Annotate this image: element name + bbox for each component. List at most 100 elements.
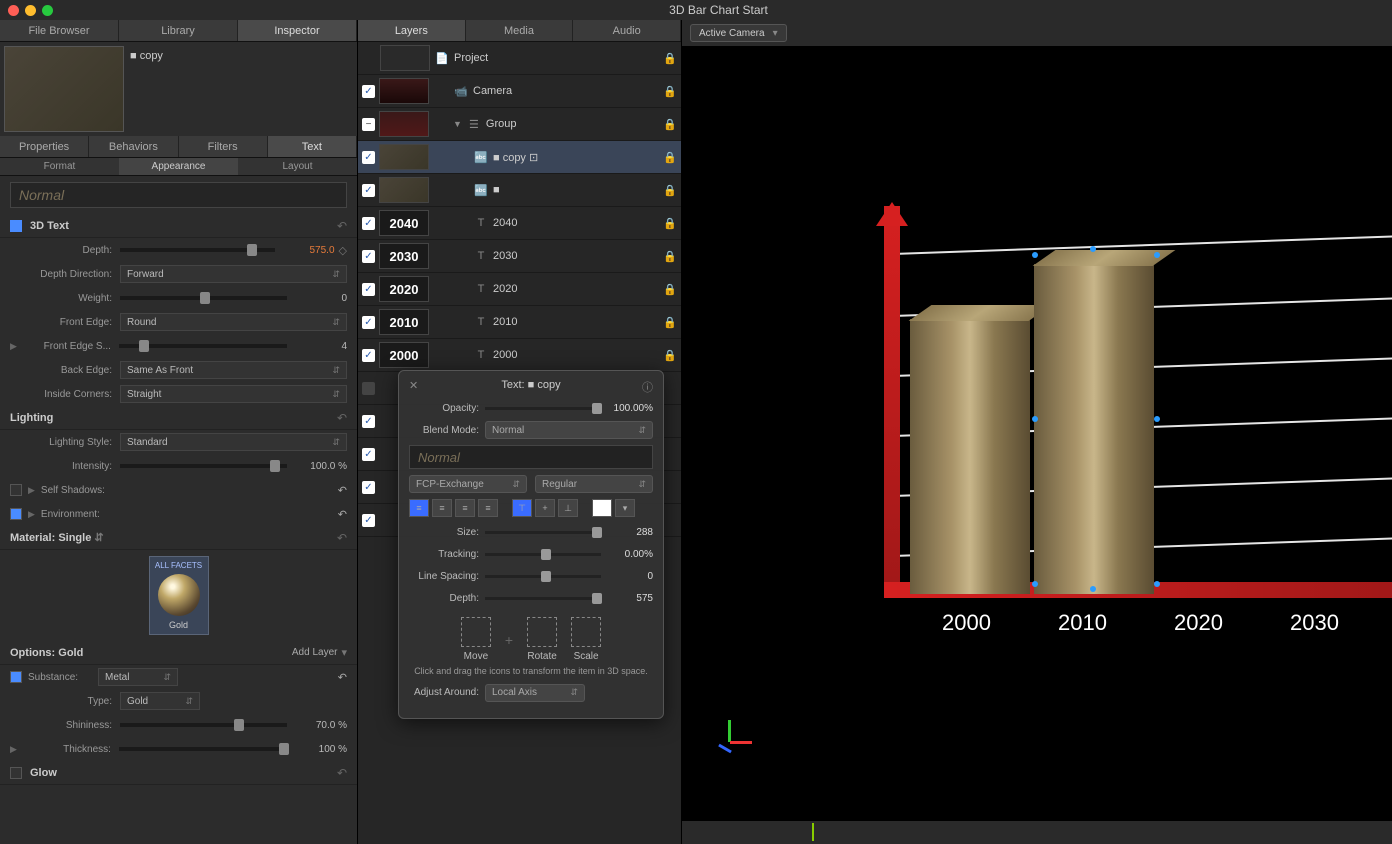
tab-library[interactable]: Library bbox=[119, 20, 238, 41]
layer-visible-checkbox[interactable]: ✓ bbox=[362, 250, 375, 263]
hud-panel[interactable]: ✕ Text: ■ copy ⓘ Opacity:100.00% Blend M… bbox=[398, 370, 664, 719]
hud-close-icon[interactable]: ✕ bbox=[409, 379, 418, 392]
subtab-properties[interactable]: Properties bbox=[0, 136, 89, 157]
enable-3d-text-checkbox[interactable] bbox=[10, 220, 22, 232]
depth-direction-dropdown[interactable]: Forward bbox=[120, 265, 347, 283]
minimize-window-icon[interactable] bbox=[25, 5, 36, 16]
subtab-filters[interactable]: Filters bbox=[179, 136, 268, 157]
substance-dropdown[interactable]: Metal bbox=[98, 668, 178, 686]
layer-group[interactable]: −▼☰Group🔒 bbox=[358, 108, 681, 141]
weight-slider[interactable] bbox=[120, 296, 287, 300]
hud-font-dropdown[interactable]: FCP-Exchange bbox=[409, 475, 527, 493]
intensity-slider[interactable] bbox=[120, 464, 287, 468]
keyframe-icon[interactable]: ◇ bbox=[339, 244, 347, 257]
lock-icon[interactable]: 🔒 bbox=[663, 151, 677, 164]
close-window-icon[interactable] bbox=[8, 5, 19, 16]
layer-project[interactable]: 📄Project🔒 bbox=[358, 42, 681, 75]
layer-camera[interactable]: ✓📹Camera🔒 bbox=[358, 75, 681, 108]
valign-bottom-button[interactable]: ⊥ bbox=[558, 499, 578, 517]
layer-visible-checkbox[interactable]: ✓ bbox=[362, 316, 375, 329]
substance-checkbox[interactable] bbox=[10, 671, 22, 683]
reset-glow-icon[interactable]: ↶ bbox=[337, 766, 347, 780]
hud-tracking-slider[interactable] bbox=[485, 553, 601, 556]
hud-line-spacing-slider[interactable] bbox=[485, 575, 601, 578]
hud-rotate-tool[interactable]: Rotate bbox=[527, 617, 557, 662]
layer-visible-checkbox[interactable]: − bbox=[362, 118, 375, 131]
text-subtab-layout[interactable]: Layout bbox=[238, 158, 357, 175]
layer-2010[interactable]: ✓2010T2010🔒 bbox=[358, 306, 681, 339]
layer-2020[interactable]: ✓2020T2020🔒 bbox=[358, 273, 681, 306]
layer-visible-checkbox[interactable]: ✓ bbox=[362, 184, 375, 197]
layer-visible-checkbox[interactable]: ✓ bbox=[362, 415, 375, 428]
hud-scale-tool[interactable]: Scale bbox=[571, 617, 601, 662]
hud-depth-slider[interactable] bbox=[485, 597, 601, 600]
depth-slider[interactable] bbox=[120, 248, 275, 252]
reset-self-shadows-icon[interactable]: ↶ bbox=[338, 484, 347, 497]
color-dropdown-button[interactable]: ▾ bbox=[615, 499, 635, 517]
lock-icon[interactable]: 🔒 bbox=[663, 118, 677, 131]
layer-blank[interactable]: ✓🔤■🔒 bbox=[358, 174, 681, 207]
align-center-button[interactable]: ≡ bbox=[432, 499, 452, 517]
lock-icon[interactable]: 🔒 bbox=[663, 184, 677, 197]
lock-icon[interactable]: 🔒 bbox=[663, 349, 677, 362]
align-justify-button[interactable]: ≡ bbox=[478, 499, 498, 517]
text-subtab-format[interactable]: Format bbox=[0, 158, 119, 175]
valign-top-button[interactable]: ⊤ bbox=[512, 499, 532, 517]
disclosure-icon[interactable]: ▶ bbox=[28, 485, 35, 496]
layer-visible-checkbox[interactable]: ✓ bbox=[362, 481, 375, 494]
style-preset-field[interactable]: Normal bbox=[10, 182, 347, 208]
lighting-style-dropdown[interactable]: Standard bbox=[120, 433, 347, 451]
hud-blend-mode-dropdown[interactable]: Normal bbox=[485, 421, 653, 439]
reset-3d-text-icon[interactable]: ↶ bbox=[337, 219, 347, 233]
disclosure-icon[interactable]: ▶ bbox=[28, 509, 35, 520]
back-edge-dropdown[interactable]: Same As Front bbox=[120, 361, 347, 379]
layer-visible-checkbox[interactable]: ✓ bbox=[362, 217, 375, 230]
reset-material-icon[interactable]: ↶ bbox=[337, 531, 347, 545]
inside-corners-dropdown[interactable]: Straight bbox=[120, 385, 347, 403]
hud-font-weight-dropdown[interactable]: Regular bbox=[535, 475, 653, 493]
layer-visible-checkbox[interactable]: ✓ bbox=[362, 85, 375, 98]
tab-file-browser[interactable]: File Browser bbox=[0, 20, 119, 41]
add-layer-dropdown-icon[interactable]: ▾ bbox=[341, 646, 347, 659]
lock-icon[interactable]: 🔒 bbox=[663, 85, 677, 98]
playhead-icon[interactable] bbox=[812, 823, 814, 841]
hud-move-tool[interactable]: Move bbox=[461, 617, 491, 662]
text-subtab-appearance[interactable]: Appearance bbox=[119, 158, 238, 175]
thickness-slider[interactable] bbox=[119, 747, 287, 751]
mini-timeline[interactable] bbox=[682, 820, 1392, 844]
tab-inspector[interactable]: Inspector bbox=[238, 20, 357, 41]
hud-opacity-slider[interactable] bbox=[485, 407, 601, 410]
hud-style-preview[interactable]: Normal bbox=[409, 445, 653, 469]
metal-type-dropdown[interactable]: Gold bbox=[120, 692, 200, 710]
self-shadows-checkbox[interactable] bbox=[10, 484, 22, 496]
axis-gizmo[interactable] bbox=[710, 716, 750, 756]
layer-visible-checkbox[interactable]: ✓ bbox=[362, 514, 375, 527]
disclosure-icon[interactable]: ▼ bbox=[453, 119, 462, 129]
tab-audio[interactable]: Audio bbox=[573, 20, 681, 41]
shininess-slider[interactable] bbox=[120, 723, 287, 727]
lock-icon[interactable]: 🔒 bbox=[663, 52, 677, 65]
layer-visible-checkbox[interactable]: ✓ bbox=[362, 448, 375, 461]
front-edge-size-slider[interactable] bbox=[119, 344, 287, 348]
layer-visible-checkbox[interactable]: ✓ bbox=[362, 283, 375, 296]
layer-visible-checkbox[interactable]: ✓ bbox=[362, 151, 375, 164]
maximize-window-icon[interactable] bbox=[42, 5, 53, 16]
add-layer-button[interactable]: Add Layer bbox=[292, 647, 338, 658]
lock-icon[interactable]: 🔒 bbox=[663, 250, 677, 263]
depth-value[interactable]: 575.0 bbox=[285, 245, 335, 256]
reset-substance-icon[interactable]: ↶ bbox=[338, 671, 347, 684]
hud-info-icon[interactable]: ⓘ bbox=[642, 379, 653, 395]
layer-2040[interactable]: ✓2040T2040🔒 bbox=[358, 207, 681, 240]
reset-environment-icon[interactable]: ↶ bbox=[338, 508, 347, 521]
bar-2010-selected[interactable] bbox=[1034, 264, 1154, 594]
lock-icon[interactable]: 🔒 bbox=[663, 283, 677, 296]
enable-glow-checkbox[interactable] bbox=[10, 767, 22, 779]
layer-2000[interactable]: ✓2000T2000🔒 bbox=[358, 339, 681, 372]
layer-copy[interactable]: ✓🔤■ copy ⊡🔒 bbox=[358, 141, 681, 174]
tab-media[interactable]: Media bbox=[466, 20, 574, 41]
layer-2030[interactable]: ✓2030T2030🔒 bbox=[358, 240, 681, 273]
text-color-swatch[interactable] bbox=[592, 499, 612, 517]
active-camera-dropdown[interactable]: Active Camera bbox=[690, 24, 787, 42]
disclosure-icon[interactable]: ▶ bbox=[10, 744, 17, 755]
reset-lighting-icon[interactable]: ↶ bbox=[337, 411, 347, 425]
